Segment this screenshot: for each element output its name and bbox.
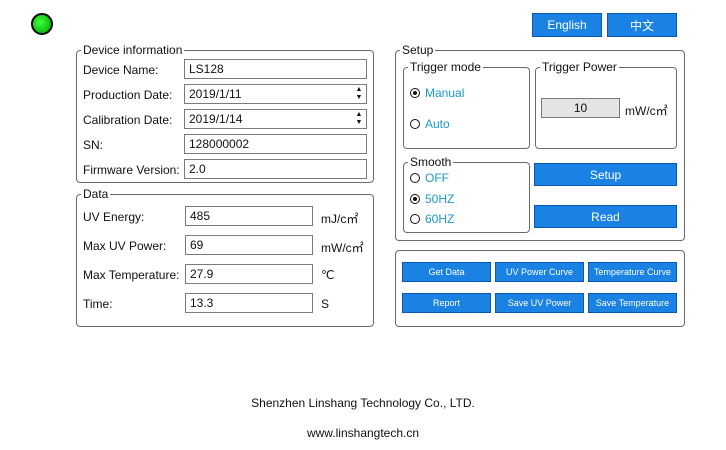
trigger-manual-radio[interactable]: Manual xyxy=(410,86,464,100)
trigger-auto-label: Auto xyxy=(425,117,450,131)
smooth-off-radio[interactable]: OFF xyxy=(410,171,449,185)
radio-unselected-icon xyxy=(410,119,420,129)
max-temperature-field[interactable]: 27.9 xyxy=(185,264,313,284)
smooth-60hz-radio[interactable]: 60HZ xyxy=(410,212,454,226)
temperature-curve-button[interactable]: Temperature Curve xyxy=(588,262,677,282)
max-uv-power-field[interactable]: 69 xyxy=(185,235,313,255)
trigger-power-legend: Trigger Power xyxy=(542,60,617,74)
smooth-50hz-label: 50HZ xyxy=(425,192,455,206)
trigger-mode-group: Trigger mode xyxy=(403,60,530,149)
firmware-version-field[interactable]: 2.0 xyxy=(184,159,367,179)
sn-field[interactable]: 128000002 xyxy=(184,134,367,154)
calibration-date-picker[interactable]: 2019/1/14 ▲ ▼ xyxy=(184,109,367,129)
website-link[interactable]: www.linshangtech.cn xyxy=(0,426,726,440)
chinese-button[interactable]: 中文 xyxy=(607,13,677,37)
trigger-power-unit: mW/c㎡ xyxy=(625,104,668,118)
max-uv-power-unit: mW/c㎡ xyxy=(321,241,364,255)
radio-selected-icon xyxy=(410,194,420,204)
smooth-50hz-radio[interactable]: 50HZ xyxy=(410,192,454,206)
sn-label: SN: xyxy=(83,138,104,152)
read-button[interactable]: Read xyxy=(534,205,677,228)
uv-energy-field[interactable]: 485 xyxy=(185,206,313,226)
production-date-value: 2019/1/11 xyxy=(189,87,242,101)
trigger-power-field[interactable]: 10 xyxy=(541,98,620,118)
production-date-picker[interactable]: 2019/1/11 ▲ ▼ xyxy=(184,84,367,104)
firmware-version-label: Firmware Version: xyxy=(83,163,180,177)
smooth-legend: Smooth xyxy=(410,155,452,169)
trigger-mode-legend: Trigger mode xyxy=(410,60,481,74)
company-name: Shenzhen Linshang Technology Co., LTD. xyxy=(251,396,475,410)
production-date-label: Production Date: xyxy=(83,88,173,102)
time-unit: S xyxy=(321,297,330,311)
save-uv-power-button[interactable]: Save UV Power xyxy=(495,293,584,313)
data-legend: Data xyxy=(83,187,109,201)
trigger-manual-label: Manual xyxy=(425,86,465,100)
device-information-legend: Device information xyxy=(83,43,183,57)
time-field[interactable]: 13.3 xyxy=(185,293,313,313)
get-data-button[interactable]: Get Data xyxy=(402,262,491,282)
calibration-date-value: 2019/1/14 xyxy=(189,112,243,126)
save-temperature-button[interactable]: Save Temperature xyxy=(588,293,677,313)
smooth-60hz-label: 60HZ xyxy=(425,212,455,226)
max-uv-power-label: Max UV Power: xyxy=(83,239,167,253)
radio-unselected-icon xyxy=(410,214,420,224)
report-button[interactable]: Report xyxy=(402,293,491,313)
english-button[interactable]: English xyxy=(532,13,602,37)
time-label: Time: xyxy=(83,297,113,311)
device-name-label: Device Name: xyxy=(83,63,159,77)
radio-unselected-icon xyxy=(410,173,420,183)
device-name-field[interactable]: LS128 xyxy=(184,59,367,79)
calibration-date-label: Calibration Date: xyxy=(83,113,173,127)
uv-energy-label: UV Energy: xyxy=(83,210,145,224)
max-temperature-unit: ℃ xyxy=(321,268,335,282)
status-led-icon xyxy=(31,13,53,35)
radio-selected-icon xyxy=(410,88,420,98)
spin-updown-icon[interactable]: ▲ ▼ xyxy=(355,86,363,102)
setup-legend: Setup xyxy=(402,43,434,57)
uv-energy-unit: mJ/c㎡ xyxy=(321,212,359,226)
setup-button[interactable]: Setup xyxy=(534,163,677,186)
smooth-off-label: OFF xyxy=(425,171,449,185)
trigger-auto-radio[interactable]: Auto xyxy=(410,117,450,131)
max-temperature-label: Max Temperature: xyxy=(83,268,180,282)
spin-updown-icon[interactable]: ▲ ▼ xyxy=(355,111,363,127)
uv-power-curve-button[interactable]: UV Power Curve xyxy=(495,262,584,282)
